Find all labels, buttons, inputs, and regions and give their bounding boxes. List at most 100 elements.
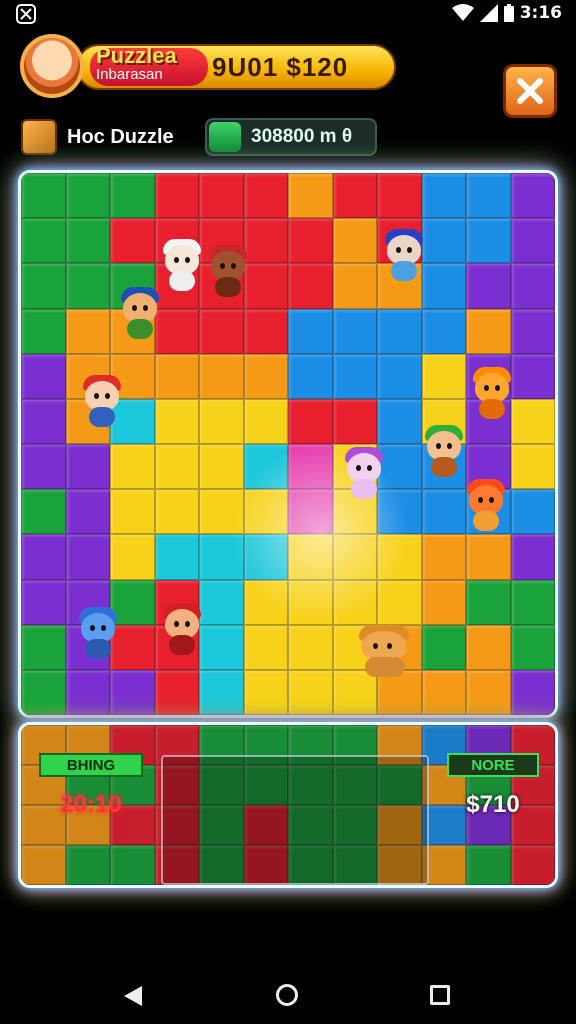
puzzle-piece[interactable] [21,444,66,490]
tray-piece[interactable] [21,845,66,885]
piece-tray[interactable]: BHING 20:10 NORE $710 [18,722,558,888]
puzzle-piece[interactable] [199,308,244,354]
puzzle-piece[interactable] [243,353,288,399]
puzzle-piece[interactable] [21,173,66,219]
character-blue-hood[interactable] [119,287,161,339]
puzzle-piece[interactable] [288,669,333,715]
puzzle-piece[interactable] [288,218,333,264]
puzzle-piece[interactable] [243,398,288,444]
puzzle-board[interactable] [18,170,558,718]
puzzle-piece[interactable] [199,669,244,715]
puzzle-piece[interactable] [377,534,422,580]
close-button[interactable] [503,64,557,118]
puzzle-piece[interactable] [332,308,377,354]
puzzle-piece[interactable] [421,624,466,670]
character-blue-cap[interactable] [383,229,425,281]
puzzle-piece[interactable] [199,579,244,625]
puzzle-piece[interactable] [21,308,66,354]
puzzle-piece[interactable] [154,489,199,535]
character-red-cap-boy[interactable] [81,375,123,427]
puzzle-piece[interactable] [243,263,288,309]
puzzle-piece[interactable] [199,398,244,444]
puzzle-piece[interactable] [288,444,333,490]
puzzle-piece[interactable] [466,624,511,670]
puzzle-piece[interactable] [21,353,66,399]
puzzle-piece[interactable] [377,173,422,219]
puzzle-piece[interactable] [154,398,199,444]
puzzle-piece[interactable] [65,669,110,715]
puzzle-piece[interactable] [199,534,244,580]
puzzle-piece[interactable] [21,669,66,715]
puzzle-piece[interactable] [377,308,422,354]
character-red-imp[interactable] [161,603,203,655]
puzzle-piece[interactable] [332,398,377,444]
puzzle-piece[interactable] [421,489,466,535]
piece-drop-slot[interactable] [161,755,429,885]
puzzle-piece[interactable] [510,579,555,625]
character-purple-hat[interactable] [343,447,385,499]
puzzle-piece[interactable] [288,624,333,670]
recent-apps-icon[interactable] [430,985,450,1005]
puzzle-piece[interactable] [154,669,199,715]
puzzle-piece[interactable] [110,218,155,264]
puzzle-piece[interactable] [466,579,511,625]
puzzle-piece[interactable] [510,669,555,715]
puzzle-piece[interactable] [288,534,333,580]
puzzle-piece[interactable] [110,444,155,490]
puzzle-piece[interactable] [154,308,199,354]
puzzle-piece[interactable] [332,218,377,264]
character-red-hat[interactable] [207,245,249,297]
puzzle-box-icon[interactable] [21,119,57,155]
puzzle-piece[interactable] [243,534,288,580]
puzzle-piece[interactable] [110,173,155,219]
puzzle-piece[interactable] [110,489,155,535]
puzzle-piece[interactable] [421,308,466,354]
puzzle-piece[interactable] [243,489,288,535]
puzzle-piece[interactable] [65,489,110,535]
character-green-helmet[interactable] [423,425,465,477]
coins-counter[interactable]: 308800 m θ [205,118,377,156]
puzzle-piece[interactable] [377,579,422,625]
puzzle-piece[interactable] [510,218,555,264]
character-red-bird[interactable] [465,479,507,531]
puzzle-piece[interactable] [421,263,466,309]
character-lion[interactable] [357,625,417,677]
puzzle-piece[interactable] [243,218,288,264]
tray-piece[interactable] [65,845,110,885]
puzzle-piece[interactable] [288,398,333,444]
puzzle-piece[interactable] [65,218,110,264]
puzzle-piece[interactable] [21,579,66,625]
puzzle-piece[interactable] [377,353,422,399]
puzzle-piece[interactable] [243,669,288,715]
puzzle-piece[interactable] [332,579,377,625]
home-icon[interactable] [276,984,298,1006]
back-icon[interactable] [122,984,144,1008]
puzzle-piece[interactable] [288,263,333,309]
puzzle-piece[interactable] [154,353,199,399]
puzzle-piece[interactable] [510,173,555,219]
tray-piece[interactable] [466,845,511,885]
puzzle-piece[interactable] [421,173,466,219]
avatar[interactable] [20,34,84,98]
puzzle-piece[interactable] [421,534,466,580]
puzzle-piece[interactable] [199,444,244,490]
puzzle-piece[interactable] [421,353,466,399]
puzzle-piece[interactable] [510,353,555,399]
character-blue-creature[interactable] [77,607,119,659]
puzzle-piece[interactable] [466,263,511,309]
puzzle-piece[interactable] [332,534,377,580]
puzzle-piece[interactable] [288,579,333,625]
puzzle-piece[interactable] [466,308,511,354]
puzzle-piece[interactable] [288,353,333,399]
puzzle-piece[interactable] [510,624,555,670]
tray-piece[interactable] [510,845,555,885]
puzzle-piece[interactable] [377,398,422,444]
puzzle-piece[interactable] [466,218,511,264]
puzzle-piece[interactable] [21,263,66,309]
puzzle-piece[interactable] [243,173,288,219]
puzzle-piece[interactable] [421,218,466,264]
puzzle-piece[interactable] [110,669,155,715]
puzzle-piece[interactable] [110,534,155,580]
puzzle-piece[interactable] [243,579,288,625]
puzzle-piece[interactable] [288,308,333,354]
